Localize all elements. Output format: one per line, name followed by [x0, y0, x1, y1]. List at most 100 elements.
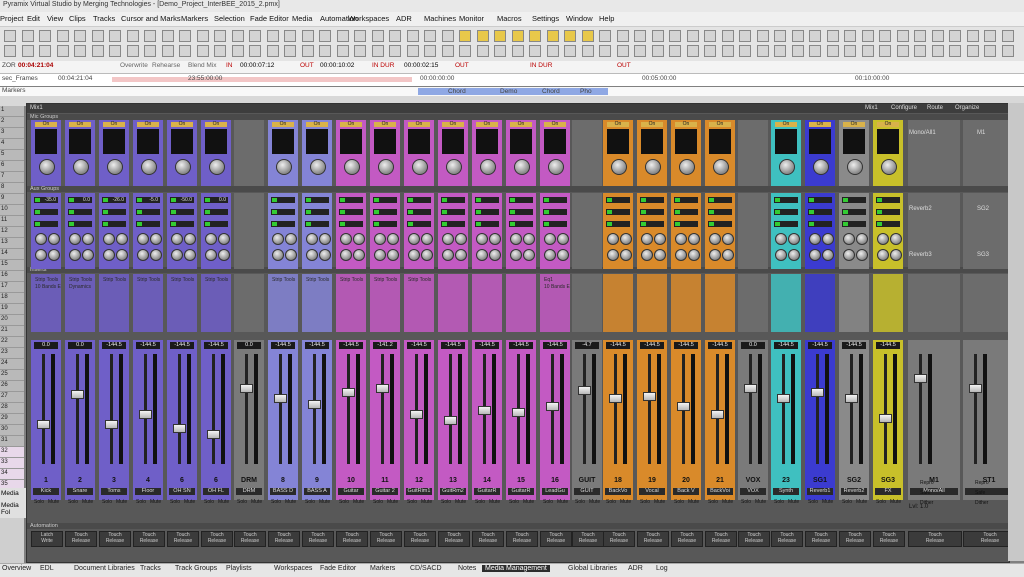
aux-knob[interactable]: [103, 249, 115, 261]
automation-mode-button[interactable]: Touch Release: [404, 531, 436, 547]
insert-slot[interactable]: Strip Tools: [272, 277, 295, 283]
aux-send-row[interactable]: [708, 197, 732, 203]
toolbar-tool-icon[interactable]: [231, 45, 244, 57]
toolbar-tool-icon[interactable]: [791, 30, 804, 42]
aux-knob[interactable]: [722, 233, 734, 245]
aux-send-row[interactable]: [373, 221, 397, 227]
loop-range[interactable]: [112, 77, 412, 82]
channel-name[interactable]: BackVoi: [707, 488, 733, 495]
menu-workspaces[interactable]: Workspaces: [348, 14, 389, 23]
automation-mode-button[interactable]: Touch Release: [637, 531, 669, 547]
aux-knob[interactable]: [285, 249, 297, 261]
toolbar-tool-icon[interactable]: [179, 30, 191, 42]
aux-knob[interactable]: [387, 249, 399, 261]
aux-send-row[interactable]: [136, 209, 160, 215]
insert-slot[interactable]: Strip Tools: [408, 277, 431, 283]
group-on-button[interactable]: On: [272, 122, 294, 127]
pan-knob[interactable]: [611, 159, 627, 175]
aux-send-row[interactable]: [204, 209, 228, 215]
toolbar-tool-icon[interactable]: [686, 30, 699, 42]
aux-send-row[interactable]: [475, 221, 499, 227]
insert-slot[interactable]: Dynamics: [69, 284, 91, 290]
automation-mode-button[interactable]: Touch Release: [472, 531, 504, 547]
routing-grid[interactable]: [408, 129, 430, 154]
aux-send-row[interactable]: [373, 197, 397, 203]
toolbar-tool-icon[interactable]: [634, 45, 646, 57]
aux-knob[interactable]: [856, 233, 868, 245]
toolbar-tool-icon[interactable]: [721, 45, 734, 57]
automation-mode-button[interactable]: Touch Release: [268, 531, 300, 547]
mute-button[interactable]: Mute: [755, 499, 766, 505]
toolbar-tool-icon[interactable]: [74, 45, 86, 57]
toolbar-tool-icon[interactable]: [581, 45, 594, 57]
group-on-button[interactable]: On: [607, 122, 629, 127]
toolbar-tool-icon[interactable]: [616, 45, 629, 57]
aux-send-row[interactable]: [509, 209, 533, 215]
group-on-button[interactable]: On: [476, 122, 498, 127]
pan-knob[interactable]: [209, 159, 225, 175]
taskbar-tab-cd-sacd[interactable]: CD/SACD: [410, 565, 442, 572]
aux-knob[interactable]: [822, 249, 834, 261]
aux-send-row[interactable]: [640, 197, 664, 203]
toolbar-tool-icon[interactable]: [861, 30, 874, 42]
taskbar-tab-tracks[interactable]: Tracks: [140, 565, 161, 572]
insert-section[interactable]: [472, 274, 502, 332]
aux-knob[interactable]: [788, 233, 800, 245]
aux-knob[interactable]: [319, 249, 331, 261]
routing-grid[interactable]: [442, 129, 464, 154]
aux-send-row[interactable]: [674, 209, 698, 215]
automation-mode-button[interactable]: Touch Release: [572, 531, 604, 547]
aux-knob[interactable]: [709, 249, 721, 261]
toolbar-tool-icon[interactable]: [91, 45, 104, 57]
aux-knob[interactable]: [69, 249, 81, 261]
taskbar-tab-playlists[interactable]: Playlists: [226, 565, 252, 572]
routing-grid[interactable]: [306, 129, 328, 154]
channel-name[interactable]: Guitar: [338, 488, 364, 495]
aux-send-row[interactable]: [640, 221, 664, 227]
solo-button[interactable]: Solo: [271, 499, 281, 505]
fader-handle[interactable]: [71, 390, 84, 399]
track-header[interactable]: 14: [0, 249, 24, 260]
routing-grid[interactable]: [374, 129, 396, 154]
mixer-menu-organize[interactable]: Organize: [955, 105, 979, 111]
channel-name[interactable]: Reverb1: [807, 488, 833, 495]
insert-section[interactable]: [805, 274, 835, 332]
toolbar-tool-icon[interactable]: [214, 45, 226, 57]
aux-send-row[interactable]: [305, 209, 329, 215]
aux-send-row[interactable]: [774, 221, 798, 227]
routing-grid[interactable]: [877, 129, 899, 154]
toolbar-tool-icon[interactable]: [266, 45, 279, 57]
aux-send-row[interactable]: [876, 197, 900, 203]
aux-knob[interactable]: [557, 233, 569, 245]
pan-knob[interactable]: [713, 159, 729, 175]
aux-send-row[interactable]: [606, 209, 630, 215]
aux-knob[interactable]: [374, 249, 386, 261]
solo-button[interactable]: Solo: [674, 499, 684, 505]
aux-knob[interactable]: [890, 233, 902, 245]
aux-send-row[interactable]: [606, 197, 630, 203]
track-header[interactable]: 13: [0, 238, 24, 249]
toolbar-tool-icon[interactable]: [529, 30, 541, 42]
track-header[interactable]: 8: [0, 183, 24, 194]
solo-button[interactable]: Solo: [68, 499, 78, 505]
toolbar-tool-icon[interactable]: [844, 45, 856, 57]
aux-send-row[interactable]: [509, 197, 533, 203]
toolbar-tool-icon[interactable]: [634, 30, 646, 42]
aux-knob[interactable]: [421, 233, 433, 245]
automation-mode-button[interactable]: Touch Release: [805, 531, 837, 547]
taskbar-tab-fade-editor[interactable]: Fade Editor: [320, 565, 356, 572]
toolbar-tool-icon[interactable]: [161, 45, 174, 57]
taskbar-tab-track-groups[interactable]: Track Groups: [175, 565, 217, 572]
solo-button[interactable]: Solo: [204, 499, 214, 505]
toolbar-tool-icon[interactable]: [284, 30, 296, 42]
fader-handle[interactable]: [879, 414, 892, 423]
track-header[interactable]: 10: [0, 205, 24, 216]
track-header[interactable]: 7: [0, 172, 24, 183]
aux-send-row[interactable]: [842, 209, 866, 215]
mute-button[interactable]: Mute: [523, 499, 534, 505]
toolbar-tool-icon[interactable]: [669, 45, 681, 57]
aux-send-row[interactable]: [808, 209, 832, 215]
aux-knob[interactable]: [374, 233, 386, 245]
aux-knob[interactable]: [775, 249, 787, 261]
routing-grid[interactable]: [69, 129, 91, 154]
